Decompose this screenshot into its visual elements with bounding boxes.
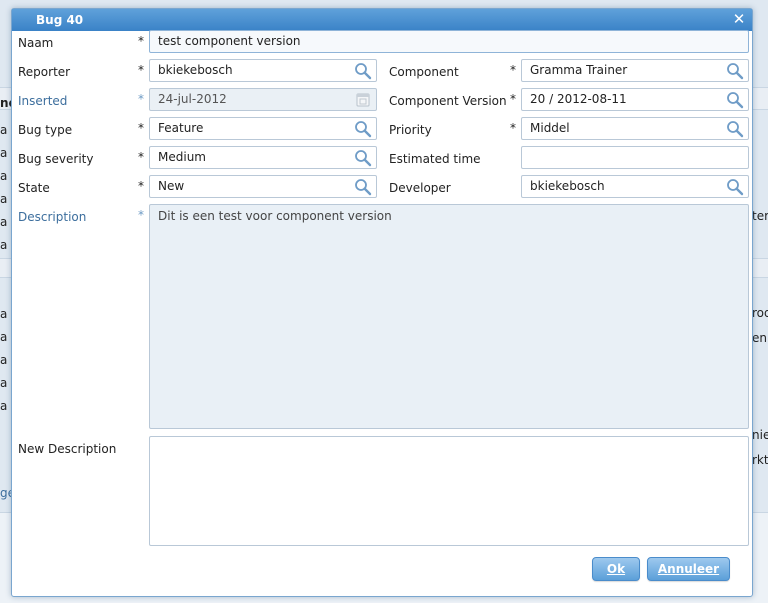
component-version-field[interactable]: 20 / 2012-08-11 bbox=[521, 88, 749, 111]
bug-dialog: Bug 40 ✕ Naam * test component version R… bbox=[11, 8, 753, 597]
required-marker: * bbox=[510, 63, 516, 77]
reporter-value: bkiekebosch bbox=[158, 63, 233, 77]
search-icon[interactable] bbox=[354, 62, 372, 80]
reporter-field[interactable]: bkiekebosch bbox=[149, 59, 377, 82]
cancel-button[interactable]: Annuleer bbox=[647, 557, 730, 581]
required-marker: * bbox=[138, 121, 144, 135]
search-icon[interactable] bbox=[726, 178, 744, 196]
search-icon[interactable] bbox=[726, 91, 744, 109]
state-label: State bbox=[18, 181, 50, 195]
inserted-value: 24-jul-2012 bbox=[158, 92, 227, 106]
description-label: Description bbox=[18, 210, 87, 224]
search-icon[interactable] bbox=[354, 149, 372, 167]
bg-cell-right: en bbox=[752, 331, 767, 345]
bug-severity-value: Medium bbox=[158, 150, 206, 164]
bg-cell-right: niet bbox=[752, 428, 768, 442]
required-marker: * bbox=[138, 92, 144, 106]
required-marker: * bbox=[138, 208, 144, 222]
description-textarea: Dit is een test voor component version bbox=[149, 204, 749, 429]
bug-severity-label: Bug severity bbox=[18, 152, 94, 166]
close-icon[interactable]: ✕ bbox=[731, 9, 747, 31]
bg-cell-right: ter bbox=[752, 209, 768, 223]
naam-field[interactable]: test component version bbox=[149, 30, 749, 53]
description-value: Dit is een test voor component version bbox=[158, 209, 392, 223]
bug-type-value: Feature bbox=[158, 121, 204, 135]
developer-value: bkiekebosch bbox=[530, 179, 605, 193]
search-icon[interactable] bbox=[726, 62, 744, 80]
reporter-label: Reporter bbox=[18, 65, 71, 79]
search-icon[interactable] bbox=[354, 120, 372, 138]
inserted-field: 24-jul-2012 bbox=[149, 88, 377, 111]
required-marker: * bbox=[138, 179, 144, 193]
estimated-time-field[interactable] bbox=[521, 146, 749, 169]
inserted-label: Inserted bbox=[18, 94, 68, 108]
component-label: Component bbox=[389, 65, 459, 79]
required-marker: * bbox=[138, 150, 144, 164]
component-value: Gramma Trainer bbox=[530, 63, 628, 77]
component-version-value: 20 / 2012-08-11 bbox=[530, 92, 627, 106]
search-icon[interactable] bbox=[354, 178, 372, 196]
bg-cell-right: rod bbox=[752, 306, 768, 320]
required-marker: * bbox=[510, 92, 516, 106]
component-field[interactable]: Gramma Trainer bbox=[521, 59, 749, 82]
calendar-icon bbox=[356, 93, 370, 107]
estimated-time-label: Estimated time bbox=[389, 152, 481, 166]
search-icon[interactable] bbox=[726, 120, 744, 138]
bg-cell-right: rkt bbox=[752, 453, 768, 467]
required-marker: * bbox=[510, 121, 516, 135]
ok-button[interactable]: Ok bbox=[592, 557, 640, 581]
bug-type-field[interactable]: Feature bbox=[149, 117, 377, 140]
bug-type-label: Bug type bbox=[18, 123, 73, 137]
priority-field[interactable]: Middel bbox=[521, 117, 749, 140]
dialog-title: Bug 40 bbox=[36, 13, 84, 27]
required-marker: * bbox=[138, 63, 144, 77]
bug-severity-field[interactable]: Medium bbox=[149, 146, 377, 169]
dialog-title-bar[interactable]: Bug 40 bbox=[12, 9, 752, 31]
naam-label: Naam bbox=[18, 36, 54, 50]
component-version-label: Component Version bbox=[389, 94, 507, 108]
developer-field[interactable]: bkiekebosch bbox=[521, 175, 749, 198]
naam-value: test component version bbox=[158, 34, 301, 48]
priority-value: Middel bbox=[530, 121, 570, 135]
developer-label: Developer bbox=[389, 181, 451, 195]
required-marker: * bbox=[138, 34, 144, 48]
priority-label: Priority bbox=[389, 123, 432, 137]
state-field[interactable]: New bbox=[149, 175, 377, 198]
new-description-textarea[interactable] bbox=[149, 436, 749, 546]
state-value: New bbox=[158, 179, 185, 193]
new-description-label: New Description bbox=[18, 442, 117, 456]
